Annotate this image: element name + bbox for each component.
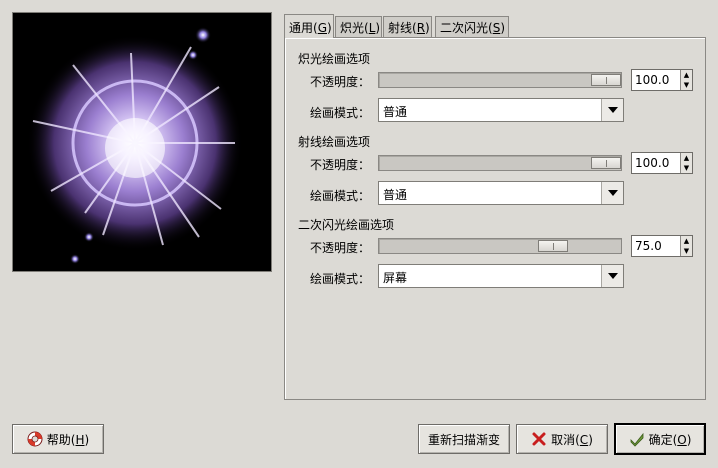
general-tab-panel: 炽光绘画选项 不透明度： 100.0 ▲ ▼ 绘画模式： 普通 射线绘画选项 不透明…: [284, 37, 706, 400]
combo-value: 普通: [383, 188, 408, 202]
lifebuoy-icon: [27, 431, 43, 447]
spin-value: 75.0: [635, 239, 662, 253]
glow-mode-label: 绘画模式：: [310, 106, 371, 120]
spin-down-icon[interactable]: ▼: [681, 163, 692, 173]
combo-value: 屏幕: [383, 271, 408, 285]
slider-handle[interactable]: [591, 74, 621, 86]
spin-up-icon[interactable]: ▲: [681, 236, 692, 246]
spin-arrows[interactable]: ▲ ▼: [680, 236, 692, 256]
spin-value: 100.0: [635, 156, 670, 170]
slider-handle[interactable]: [591, 157, 621, 169]
rays-mode-label: 绘画模式：: [310, 189, 371, 203]
tab-rays[interactable]: 射线(R): [383, 16, 432, 37]
spin-arrows[interactable]: ▲ ▼: [680, 70, 692, 90]
second-flares-mode-label: 绘画模式：: [310, 272, 371, 286]
spin-value: 100.0: [635, 73, 670, 87]
spin-up-icon[interactable]: ▲: [681, 153, 692, 163]
glow-mode-combo[interactable]: 普通: [378, 98, 624, 122]
spin-down-icon[interactable]: ▼: [681, 246, 692, 256]
chevron-down-icon[interactable]: [601, 265, 623, 287]
second-flares-mode-combo[interactable]: 屏幕: [378, 264, 624, 288]
red-x-icon: [532, 432, 546, 446]
rays-section-title: 射线绘画选项: [298, 135, 371, 149]
slider-handle[interactable]: [538, 240, 568, 252]
rays-mode-combo[interactable]: 普通: [378, 181, 624, 205]
glow-section-title: 炽光绘画选项: [298, 52, 371, 66]
glow-opacity-slider[interactable]: [378, 72, 622, 88]
rays-opacity-spinbutton[interactable]: 100.0 ▲ ▼: [631, 152, 693, 174]
tab-glow[interactable]: 炽光(L): [335, 16, 382, 37]
help-button-label: 帮助(H): [46, 432, 90, 447]
rays-opacity-label: 不透明度：: [310, 158, 371, 172]
tab-general[interactable]: 通用(G): [284, 14, 334, 38]
rescan-gradients-button[interactable]: 重新扫描渐变: [418, 424, 510, 454]
help-button[interactable]: 帮助(H): [12, 424, 104, 454]
second-flares-opacity-spinbutton[interactable]: 75.0 ▲ ▼: [631, 235, 693, 257]
preview-image: [12, 12, 272, 272]
spin-down-icon[interactable]: ▼: [681, 80, 692, 90]
chevron-down-icon[interactable]: [601, 182, 623, 204]
tab-second-flares[interactable]: 二次闪光(S): [435, 16, 509, 37]
cancel-button[interactable]: 取消(C): [516, 424, 608, 454]
second-flares-section-title: 二次闪光绘画选项: [298, 218, 395, 232]
combo-value: 普通: [383, 105, 408, 119]
rescan-button-label: 重新扫描渐变: [427, 432, 500, 447]
second-flares-opacity-label: 不透明度：: [310, 241, 371, 255]
rays-opacity-slider[interactable]: [378, 155, 622, 171]
ok-button-label: 确定(O): [648, 432, 692, 447]
check-arrow-icon: [630, 432, 643, 447]
second-flares-opacity-slider[interactable]: [378, 238, 622, 254]
gradient-flare-preview: [27, 27, 243, 264]
spin-up-icon[interactable]: ▲: [681, 70, 692, 80]
cancel-button-label: 取消(C): [551, 432, 593, 447]
glow-opacity-spinbutton[interactable]: 100.0 ▲ ▼: [631, 69, 693, 91]
chevron-down-icon[interactable]: [601, 99, 623, 121]
spin-arrows[interactable]: ▲ ▼: [680, 153, 692, 173]
ok-button[interactable]: 确定(O): [614, 423, 706, 455]
glow-opacity-label: 不透明度：: [310, 75, 371, 89]
